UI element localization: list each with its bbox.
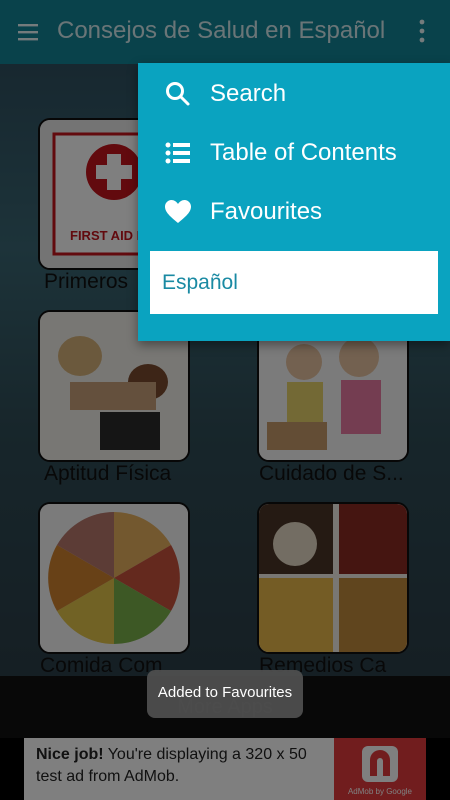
- menu-item-search-label: Search: [210, 80, 287, 107]
- language-selector[interactable]: Español: [150, 251, 438, 314]
- menu-item-table-of-contents[interactable]: Table of Contents: [138, 123, 450, 181]
- list-icon: [165, 142, 190, 164]
- menu-item-toc-label: Table of Contents: [210, 139, 397, 166]
- menu-item-favourites-label: Favourites: [210, 198, 323, 225]
- menu-item-search[interactable]: Search: [138, 64, 450, 122]
- overflow-menu: Search Table of Contents Favourites Espa…: [138, 63, 450, 341]
- language-label: Español: [162, 271, 238, 294]
- heart-icon: [165, 200, 191, 223]
- menu-item-favourites[interactable]: Favourites: [138, 182, 450, 240]
- search-icon: [166, 82, 190, 106]
- toast-message: Added to Favourites: [147, 670, 303, 718]
